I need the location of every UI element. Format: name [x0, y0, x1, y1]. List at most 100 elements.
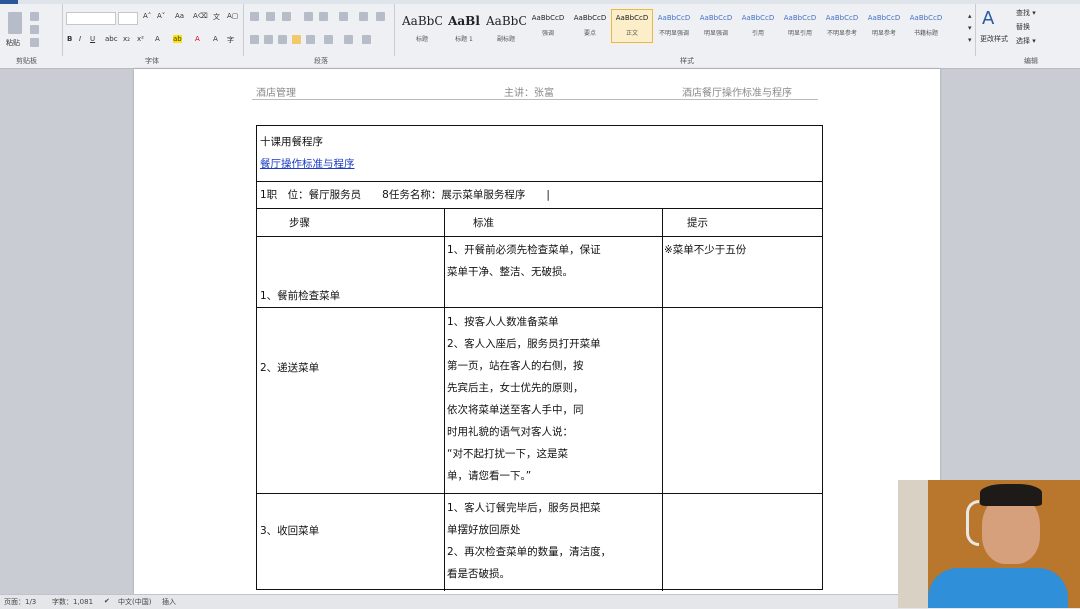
- gallery-more-icon[interactable]: ▾: [968, 36, 972, 44]
- borders-icon[interactable]: [362, 35, 371, 44]
- decrease-indent-icon[interactable]: [304, 12, 313, 21]
- procedure-table[interactable]: 十课用餐程序 餐厅操作标准与程序 1职 位：餐厅服务员 8任务名称：展示菜单服务…: [256, 125, 823, 591]
- change-case-icon[interactable]: Aa: [175, 12, 184, 20]
- char-border-icon[interactable]: A▢: [227, 12, 238, 20]
- char-shading-icon[interactable]: A: [213, 35, 218, 43]
- style-item[interactable]: AaBbCcD 明显引用: [780, 10, 820, 42]
- row3-step: 3、收回菜单: [260, 525, 320, 537]
- shading-icon[interactable]: [344, 35, 353, 44]
- change-styles-button[interactable]: 更改样式: [980, 34, 1008, 44]
- justify-icon[interactable]: [292, 35, 301, 44]
- cut-icon[interactable]: [30, 12, 39, 21]
- align-left-icon[interactable]: [250, 35, 259, 44]
- style-preview: AaBbCcD: [573, 14, 607, 22]
- copy-icon[interactable]: [30, 25, 39, 34]
- font-group-label: 字体: [145, 57, 159, 65]
- paste-button[interactable]: 粘贴: [6, 38, 20, 48]
- style-item[interactable]: AaBbCcD 明显强调: [696, 10, 736, 42]
- increase-indent-icon[interactable]: [319, 12, 328, 21]
- style-item[interactable]: AaBl 标题 1: [444, 10, 484, 43]
- col-header-step: 步骤: [289, 217, 310, 229]
- gallery-down-icon[interactable]: ▾: [968, 24, 972, 32]
- bold-icon[interactable]: B: [67, 35, 72, 43]
- subscript-icon[interactable]: x₂: [123, 35, 130, 43]
- style-item[interactable]: AaBbCcD 正文: [611, 9, 653, 43]
- spellcheck-icon[interactable]: ✔: [104, 597, 110, 605]
- style-name: 副标题: [496, 36, 515, 43]
- chinese-layout-icon[interactable]: [339, 12, 348, 21]
- table-rule: [444, 208, 445, 591]
- style-name: 明显参考: [871, 30, 896, 37]
- style-item[interactable]: AaBbCcD 不明显强调: [654, 10, 694, 42]
- numbering-icon[interactable]: [266, 12, 275, 21]
- clear-format-icon[interactable]: A⌫: [193, 12, 208, 20]
- status-words[interactable]: 字数：1,081: [52, 597, 93, 607]
- grow-font-icon[interactable]: A˄: [143, 12, 151, 20]
- header-center: 主讲：张富: [504, 88, 554, 99]
- font-name-box[interactable]: [66, 12, 116, 25]
- table-subtitle-link[interactable]: 餐厅操作标准与程序: [260, 156, 355, 171]
- style-preview: AaBbCcD: [867, 14, 901, 22]
- change-styles-icon[interactable]: A: [982, 8, 994, 29]
- table-rule: [257, 208, 822, 209]
- sort-icon[interactable]: [359, 12, 368, 21]
- status-language[interactable]: 中文(中国): [118, 597, 151, 607]
- italic-icon[interactable]: I: [79, 35, 81, 43]
- row2-standard-line: 依次将菜单送至客人手中，同: [447, 404, 584, 416]
- headset-icon: [966, 500, 979, 546]
- row1-tip: ※菜单不少于五份: [664, 244, 747, 256]
- style-preview: AaBbCcD: [657, 14, 691, 22]
- enclose-char-icon[interactable]: 字: [227, 35, 234, 45]
- table-rule: [257, 236, 822, 237]
- style-item[interactable]: AaBbCcD 要点: [570, 10, 610, 42]
- row1-step: 1、餐前检查菜单: [260, 290, 341, 302]
- ribbon: 粘贴 剪贴板 A˄ A˅ Aa A⌫ 文 A▢ B I U abc x₂ x² …: [0, 0, 1080, 69]
- paragraph-group-label: 段落: [314, 57, 328, 65]
- show-marks-icon[interactable]: [376, 12, 385, 21]
- style-item[interactable]: AaBbCcD 强调: [528, 10, 568, 42]
- format-painter-icon[interactable]: [30, 38, 39, 47]
- style-preview: AaBbC: [402, 14, 442, 28]
- strikethrough-icon[interactable]: abc: [105, 35, 118, 43]
- clipboard-group-label: 剪贴板: [16, 57, 37, 65]
- document-page[interactable]: 酒店管理 主讲：张富 酒店餐厅操作标准与程序 十课用餐程序 餐厅操作标准与程序 …: [134, 69, 940, 594]
- status-page[interactable]: 页面：1/3: [4, 597, 36, 607]
- row2-standard-line: 2、客人入座后，服务员打开菜单: [447, 338, 601, 350]
- style-item[interactable]: AaBbC 副标题: [486, 10, 526, 43]
- paste-icon[interactable]: [8, 12, 22, 34]
- webcam-background-wall: [898, 480, 928, 608]
- replace-button[interactable]: 替换: [1016, 22, 1030, 32]
- find-button[interactable]: 查找 ▾: [1016, 8, 1036, 18]
- style-name: 不明显参考: [826, 30, 857, 37]
- align-right-icon[interactable]: [278, 35, 287, 44]
- status-mode[interactable]: 插入: [162, 597, 176, 607]
- style-item[interactable]: AaBbCcD 书籍标题: [906, 10, 946, 42]
- distributed-icon[interactable]: [306, 35, 315, 44]
- align-center-icon[interactable]: [264, 35, 273, 44]
- style-item[interactable]: AaBbCcD 明显参考: [864, 10, 904, 42]
- row3-standard-line: 看是否破损。: [447, 568, 510, 580]
- style-name: 标题 1: [455, 36, 473, 43]
- row1-standard-line: 菜单干净、整洁、无破损。: [447, 266, 573, 278]
- style-name: 不明显强调: [658, 30, 689, 37]
- font-color-icon[interactable]: A: [195, 35, 200, 43]
- clipboard-group: 粘贴: [0, 4, 63, 56]
- highlight-icon[interactable]: ab: [173, 35, 182, 43]
- phonetic-guide-icon[interactable]: 文: [213, 12, 220, 22]
- style-name: 强调: [541, 30, 554, 37]
- superscript-icon[interactable]: x²: [137, 35, 144, 43]
- text-effects-icon[interactable]: A: [155, 35, 160, 43]
- gallery-up-icon[interactable]: ▴: [968, 12, 972, 20]
- underline-icon[interactable]: U: [90, 35, 95, 43]
- header-rule: [252, 99, 818, 100]
- style-preview: AaBbCcD: [909, 14, 943, 22]
- line-spacing-icon[interactable]: [324, 35, 333, 44]
- style-item[interactable]: AaBbC 标题: [402, 10, 442, 43]
- font-size-box[interactable]: [118, 12, 138, 25]
- bullets-icon[interactable]: [250, 12, 259, 21]
- style-item[interactable]: AaBbCcD 不明显参考: [822, 10, 862, 42]
- style-item[interactable]: AaBbCcD 引用: [738, 10, 778, 42]
- multilevel-list-icon[interactable]: [282, 12, 291, 21]
- shrink-font-icon[interactable]: A˅: [157, 12, 165, 20]
- select-button[interactable]: 选择 ▾: [1016, 36, 1036, 46]
